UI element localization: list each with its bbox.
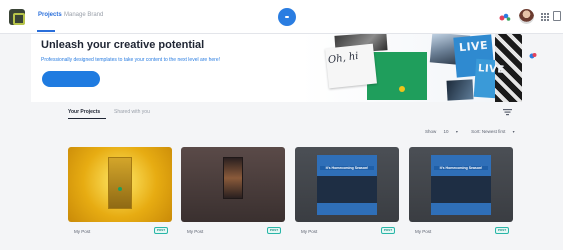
thumb-poster <box>317 155 377 215</box>
post-badge: POST <box>154 227 168 234</box>
card-thumbnail[interactable] <box>181 147 285 222</box>
live-poster-text-1: LIVE <box>458 38 489 55</box>
show-count-select[interactable]: 10 ▾ <box>444 129 464 134</box>
app-logo[interactable] <box>9 9 25 25</box>
post-badge: POST <box>495 227 509 234</box>
project-card[interactable]: My Post POST <box>68 147 172 241</box>
thumb-poster <box>431 155 491 215</box>
thumb-poster <box>108 157 132 209</box>
collage-gold-dot <box>399 86 405 92</box>
card-title: My Post <box>301 229 318 234</box>
active-tab-indicator <box>37 30 55 32</box>
show-label: Show <box>425 129 437 134</box>
project-card[interactable]: It's Homecoming Season! My Post POST <box>295 147 399 241</box>
card-thumbnail[interactable] <box>68 147 172 222</box>
card-thumbnail[interactable]: It's Homecoming Season! <box>409 147 513 222</box>
chevron-down-icon: ▾ <box>512 129 515 134</box>
sort-select[interactable]: Sort: Newest first ▾ <box>471 129 521 134</box>
project-card[interactable]: It's Homecoming Season! My Post POST <box>409 147 513 241</box>
show-count-value: 10 <box>443 129 449 134</box>
create-button[interactable] <box>278 8 296 26</box>
apps-grid-icon[interactable] <box>540 12 549 21</box>
card-title: My Post <box>187 229 204 234</box>
tab-projects[interactable]: Projects <box>38 12 62 18</box>
post-badge: POST <box>267 227 281 234</box>
palette-icon[interactable] <box>529 52 537 60</box>
filter-icon[interactable] <box>503 108 512 116</box>
chevron-down-icon: ▾ <box>455 129 458 134</box>
hero-cta-button[interactable] <box>42 71 100 87</box>
hero-banner: Unleash your creative potential Professi… <box>31 34 522 102</box>
sort-controls: Show 10 ▾ Sort: Newest first ▾ <box>425 129 527 137</box>
projects-tabs: Your Projects Shared with you <box>68 107 522 119</box>
notifications-icon[interactable] <box>553 11 561 21</box>
tab-manage-brand[interactable]: Manage Brand <box>64 12 103 18</box>
project-card[interactable]: My Post POST <box>181 147 285 241</box>
thumb-poster <box>223 157 243 199</box>
thumb-caption: It's Homecoming Season! <box>434 166 488 170</box>
projects-tab-indicator <box>68 118 106 119</box>
card-thumbnail[interactable]: It's Homecoming Season! <box>295 147 399 222</box>
hero-title: Unleash your creative potential <box>41 39 205 51</box>
user-avatar[interactable] <box>519 9 534 24</box>
card-title: My Post <box>415 229 432 234</box>
collage-white-card <box>325 43 377 89</box>
thumb-green-dot <box>118 187 122 191</box>
thumb-caption: It's Homecoming Season! <box>320 166 374 170</box>
card-title: My Post <box>74 229 91 234</box>
live-poster-text-2: LIVE <box>477 63 506 76</box>
sparkle-icon[interactable] <box>499 12 511 22</box>
top-bar: Projects Manage Brand <box>0 0 563 34</box>
tab-your-projects[interactable]: Your Projects <box>68 109 100 115</box>
collage-small-thumb <box>446 79 474 101</box>
sort-value: Sort: Newest first <box>471 129 506 134</box>
post-badge: POST <box>381 227 395 234</box>
hero-subtitle: Professionally designed templates to tak… <box>41 57 220 63</box>
tab-shared-with-you[interactable]: Shared with you <box>114 109 150 115</box>
